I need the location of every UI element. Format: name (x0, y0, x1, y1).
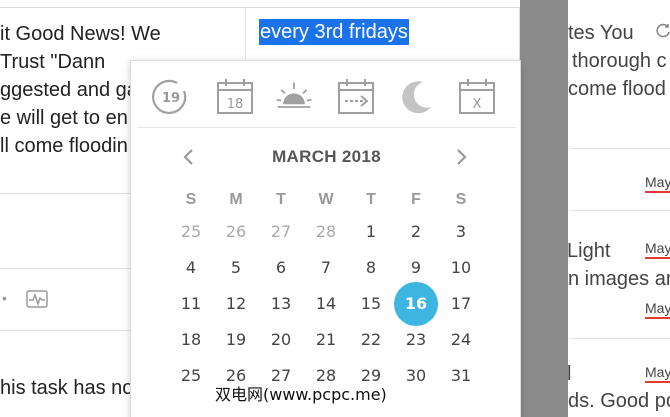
calendar-day[interactable]: 20 (259, 324, 303, 356)
calendar-day[interactable]: 27 (259, 216, 303, 248)
note-line: it Good News! We (0, 23, 161, 45)
calendar-day[interactable]: 21 (304, 324, 348, 356)
list-item-text: l (567, 363, 572, 385)
calendar-day[interactable]: 14 (304, 288, 348, 320)
list-item-text: thorough c (572, 50, 667, 72)
calendar-day[interactable]: 2 (394, 216, 438, 248)
due-date-tag[interactable]: May (645, 240, 670, 259)
calendar-day[interactable]: 8 (349, 252, 393, 284)
calendar-day[interactable]: 4 (169, 252, 213, 284)
due-date-tag[interactable]: May (645, 300, 670, 319)
date-picker: 19 18 X MARCH 2018 S M T W T F S 25 26 2… (130, 60, 521, 417)
activity-icon[interactable] (26, 290, 48, 308)
divider (570, 148, 670, 149)
list-item-text: tes You (568, 22, 634, 44)
calendar-day[interactable]: 5 (214, 252, 258, 284)
date-input-selection[interactable]: every 3rd fridays (259, 19, 409, 45)
calendar-day[interactable]: 31 (439, 360, 483, 392)
list-item-text: n images and (568, 268, 670, 290)
calendar-day[interactable]: 17 (439, 288, 483, 320)
calendar-day[interactable]: 13 (259, 288, 303, 320)
calendar-day[interactable]: 6 (259, 252, 303, 284)
calendar-day-selected[interactable]: 16 (394, 282, 438, 326)
calendar-grid: 25 26 27 28 1 2 3 4 5 6 7 8 9 10 11 12 13 14 15 16 17 18 19 20 2… (131, 61, 522, 417)
calendar-day[interactable]: 11 (169, 288, 213, 320)
calendar-day[interactable]: 19 (214, 324, 258, 356)
calendar-day[interactable]: 1 (349, 216, 393, 248)
calendar-day[interactable]: 18 (169, 324, 213, 356)
calendar-day[interactable]: 25 (169, 360, 213, 392)
calendar-day[interactable]: 26 (214, 216, 258, 248)
calendar-day[interactable]: 15 (349, 288, 393, 320)
calendar-day[interactable]: 24 (439, 324, 483, 356)
calendar-day[interactable]: 22 (349, 324, 393, 356)
calendar-day[interactable]: 28 (304, 216, 348, 248)
field-divider (245, 8, 246, 68)
dot-separator: • (2, 290, 7, 306)
divider (570, 338, 670, 339)
calendar-day[interactable]: 25 (169, 216, 213, 248)
repeat-icon (656, 23, 670, 38)
divider (570, 210, 670, 211)
calendar-day[interactable]: 7 (304, 252, 348, 284)
list-item-text: ds. Good po (568, 390, 670, 412)
calendar-day[interactable]: 12 (214, 288, 258, 320)
calendar-day[interactable]: 30 (394, 360, 438, 392)
calendar-day[interactable]: 3 (439, 216, 483, 248)
watermark: 双电网(www.pcpc.me) (212, 381, 390, 405)
list-item-text: come flood (568, 78, 666, 100)
due-date-tag[interactable]: May (645, 364, 670, 383)
modal-backdrop (520, 0, 568, 417)
due-date-tag[interactable]: May (645, 174, 670, 193)
calendar-day[interactable]: 23 (394, 324, 438, 356)
list-item-text: Light (567, 240, 611, 262)
calendar-day[interactable]: 10 (439, 252, 483, 284)
task-status-text: his task has no (0, 377, 134, 399)
calendar-day[interactable]: 9 (394, 252, 438, 284)
